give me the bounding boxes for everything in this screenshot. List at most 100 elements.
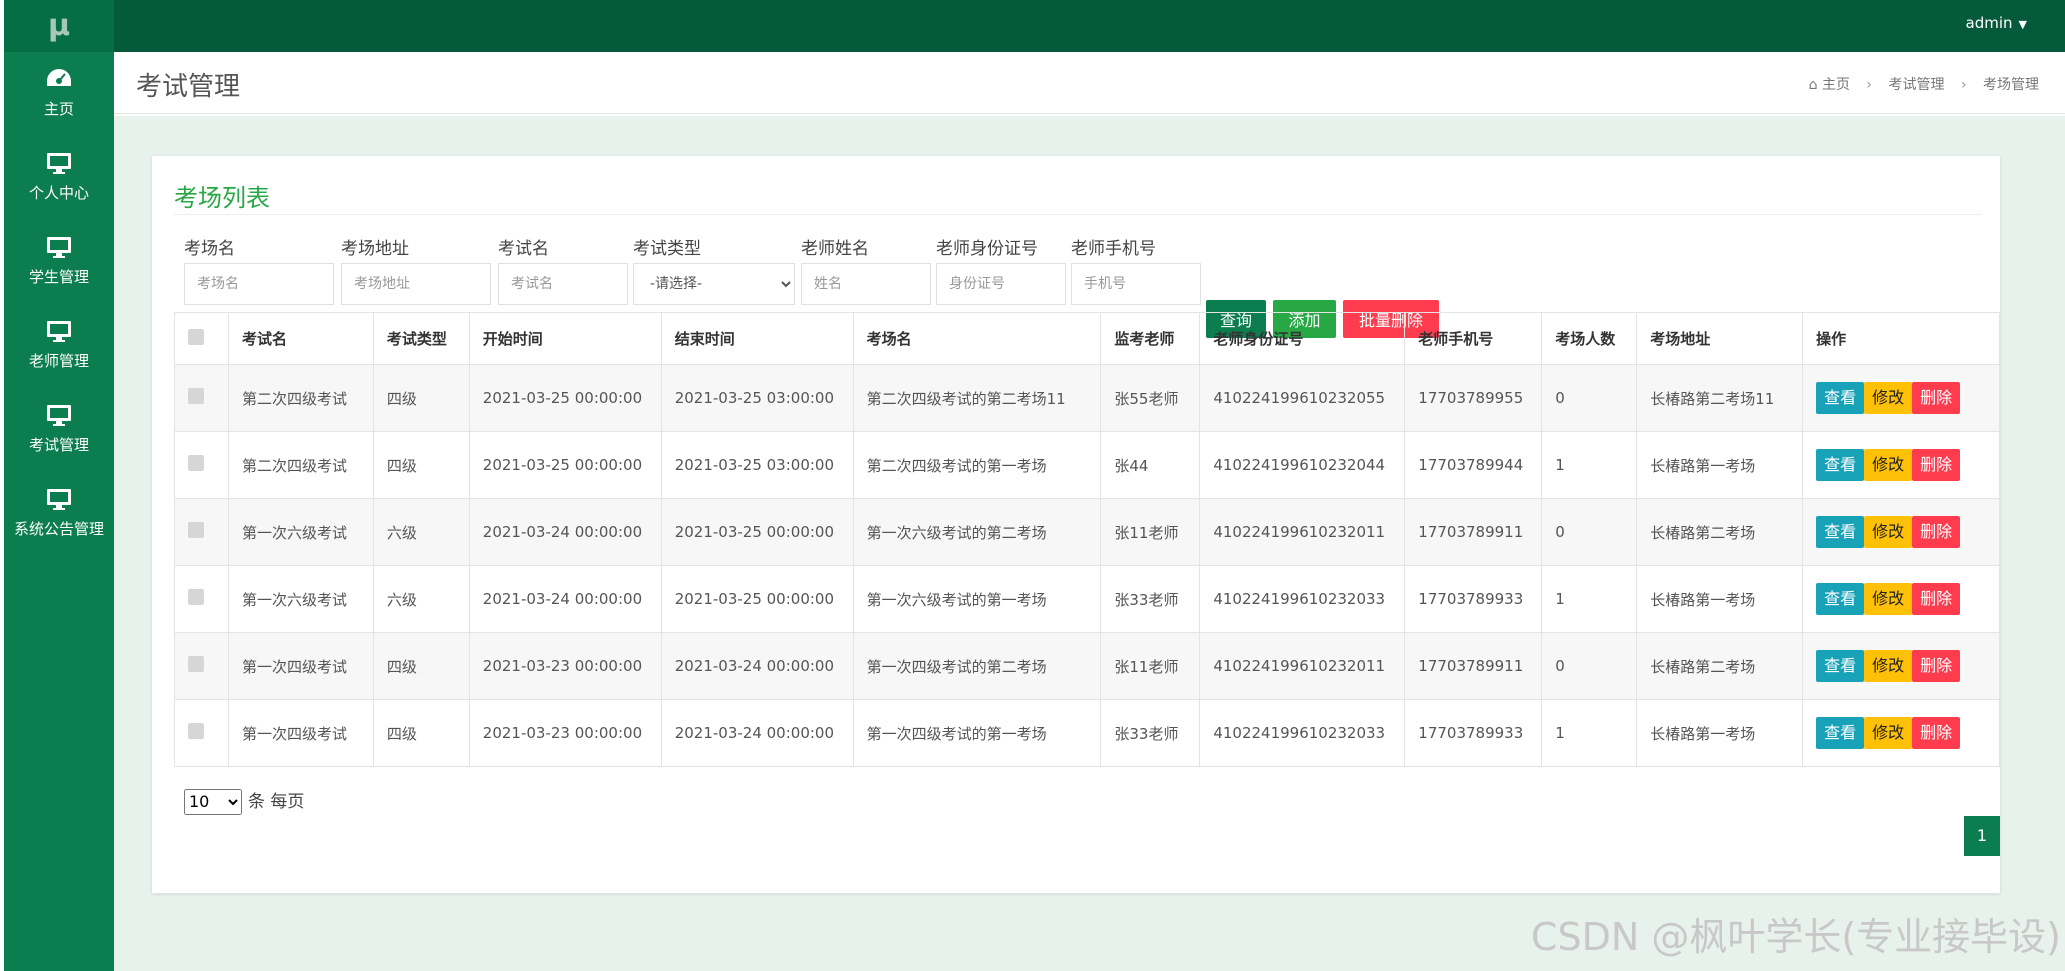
table-row: 第一次六级考试 六级 2021-03-24 00:00:00 2021-03-2… xyxy=(174,565,2000,633)
row-select-cell xyxy=(174,699,229,767)
exam-name-cell: 第一次四级考试 xyxy=(227,632,374,700)
teacher-id-cell: 410224199610232055 xyxy=(1199,364,1406,432)
breadcrumb-exam[interactable]: 考试管理 xyxy=(1888,77,1944,93)
sidebar-item-exams[interactable]: 考试管理 xyxy=(4,388,114,472)
filter-label: 老师手机号 xyxy=(1071,239,1156,259)
sidebar-item-teachers[interactable]: 老师管理 xyxy=(4,304,114,388)
delete-button[interactable]: 删除 xyxy=(1912,516,1961,548)
sidebar-item-announcements[interactable]: 系统公告管理 xyxy=(4,472,114,556)
exam-name-cell: 第一次四级考试 xyxy=(227,699,374,767)
venue-name-input[interactable] xyxy=(184,263,334,305)
exam-type-select[interactable]: -请选择- xyxy=(633,263,795,305)
start-time-cell: 2021-03-24 00:00:00 xyxy=(468,565,662,633)
row-checkbox[interactable] xyxy=(188,522,204,538)
caret-down-icon: ▼ xyxy=(2018,18,2027,31)
venue-address-cell: 长椿路第一考场 xyxy=(1636,699,1804,767)
breadcrumb-current: 考场管理 xyxy=(1983,77,2039,93)
exam-name-cell: 第一次六级考试 xyxy=(227,565,374,633)
row-checkbox[interactable] xyxy=(188,656,204,672)
exam-name-cell: 第一次六级考试 xyxy=(227,498,374,566)
exam-name-input[interactable] xyxy=(498,263,628,305)
row-checkbox[interactable] xyxy=(188,455,204,471)
teacher-id-cell: 410224199610232033 xyxy=(1199,699,1406,767)
filter-venue-address: 考场地址 xyxy=(341,234,491,305)
filter-label: 考场地址 xyxy=(341,239,409,259)
proctor-cell: 张11老师 xyxy=(1100,498,1201,566)
teacher-name-input[interactable] xyxy=(801,263,931,305)
view-button[interactable]: 查看 xyxy=(1816,717,1865,749)
table-header-row: 考试名 考试类型 开始时间 结束时间 考场名 监考老师 老师身份证号 老师手机号… xyxy=(174,312,2000,365)
row-select-cell xyxy=(174,565,229,633)
table-row: 第一次四级考试 四级 2021-03-23 00:00:00 2021-03-2… xyxy=(174,699,2000,767)
sidebar-item-profile[interactable]: 个人中心 xyxy=(4,136,114,220)
page-size-label: 条 每页 xyxy=(248,792,305,812)
user-menu[interactable]: admin ▼ xyxy=(1966,14,2027,32)
row-select-cell xyxy=(174,431,229,499)
panel: 考场列表 考场名 考场地址 考试名 考试类型 -请选择- xyxy=(152,156,2000,893)
sidebar-item-home[interactable]: 主页 xyxy=(4,52,114,136)
exam-type-cell: 四级 xyxy=(372,632,470,700)
venue-table: 考试名 考试类型 开始时间 结束时间 考场名 监考老师 老师身份证号 老师手机号… xyxy=(174,312,2000,767)
exam-type-cell: 四级 xyxy=(372,431,470,499)
sidebar-item-students[interactable]: 学生管理 xyxy=(4,220,114,304)
edit-button[interactable]: 修改 xyxy=(1864,650,1913,682)
edit-button[interactable]: 修改 xyxy=(1864,382,1913,414)
monitor-icon xyxy=(4,234,114,264)
edit-button[interactable]: 修改 xyxy=(1864,516,1913,548)
teacher-phone-cell: 17703789933 xyxy=(1404,699,1543,767)
actions-cell: 查看 修改 删除 xyxy=(1802,565,2000,633)
column-header: 考场人数 xyxy=(1541,312,1638,365)
end-time-cell: 2021-03-24 00:00:00 xyxy=(660,699,854,767)
filter-venue-name: 考场名 xyxy=(184,234,334,305)
edit-button[interactable]: 修改 xyxy=(1864,583,1913,615)
row-select-cell xyxy=(174,632,229,700)
actions-cell: 查看 修改 删除 xyxy=(1802,364,2000,432)
delete-button[interactable]: 删除 xyxy=(1912,449,1961,481)
view-button[interactable]: 查看 xyxy=(1816,516,1865,548)
sidebar-item-label: 系统公告管理 xyxy=(13,520,104,538)
delete-button[interactable]: 删除 xyxy=(1912,717,1961,749)
monitor-icon xyxy=(4,150,114,180)
sidebar-item-label: 老师管理 xyxy=(28,352,89,370)
teacher-phone-input[interactable] xyxy=(1071,263,1201,305)
exam-name-cell: 第二次四级考试 xyxy=(227,431,374,499)
sidebar-item-label: 主页 xyxy=(43,100,74,118)
sidebar-item-label: 学生管理 xyxy=(28,268,89,286)
page-size-select[interactable]: 10 xyxy=(184,788,242,815)
view-button[interactable]: 查看 xyxy=(1816,382,1865,414)
column-header: 考场地址 xyxy=(1636,312,1804,365)
teacher-id-cell: 410224199610232011 xyxy=(1199,632,1406,700)
headcount-cell: 0 xyxy=(1541,364,1638,432)
select-all-checkbox[interactable] xyxy=(188,328,204,345)
filter-label: 考场名 xyxy=(184,239,235,259)
row-checkbox[interactable] xyxy=(188,723,204,739)
delete-button[interactable]: 删除 xyxy=(1912,382,1961,414)
end-time-cell: 2021-03-25 03:00:00 xyxy=(660,364,854,432)
edit-button[interactable]: 修改 xyxy=(1864,717,1913,749)
breadcrumb: ⌂ 主页 › 考试管理 › 考场管理 xyxy=(1809,74,2039,94)
delete-button[interactable]: 删除 xyxy=(1912,583,1961,615)
page-number-button[interactable]: 1 xyxy=(1964,816,2000,856)
view-button[interactable]: 查看 xyxy=(1816,449,1865,481)
edit-button[interactable]: 修改 xyxy=(1864,449,1913,481)
filter-label: 考试名 xyxy=(498,239,549,259)
filter-teacher-phone: 老师手机号 xyxy=(1071,234,1201,305)
exam-type-cell: 六级 xyxy=(372,565,470,633)
row-checkbox[interactable] xyxy=(188,388,204,404)
teacher-id-input[interactable] xyxy=(936,263,1066,305)
headcount-cell: 0 xyxy=(1541,632,1638,700)
proctor-cell: 张11老师 xyxy=(1100,632,1201,700)
view-button[interactable]: 查看 xyxy=(1816,650,1865,682)
proctor-cell: 张33老师 xyxy=(1100,699,1201,767)
username: admin xyxy=(1965,14,2013,32)
headcount-cell: 1 xyxy=(1541,565,1638,633)
filter-teacher-name: 老师姓名 xyxy=(801,234,931,305)
delete-button[interactable]: 删除 xyxy=(1912,650,1961,682)
table-row: 第一次四级考试 四级 2021-03-23 00:00:00 2021-03-2… xyxy=(174,632,2000,700)
venue-address-input[interactable] xyxy=(341,263,491,305)
breadcrumb-home[interactable]: 主页 xyxy=(1822,77,1850,93)
breadcrumb-separator: › xyxy=(1866,77,1873,93)
view-button[interactable]: 查看 xyxy=(1816,583,1865,615)
row-checkbox[interactable] xyxy=(188,589,204,605)
page-header: 考试管理 ⌂ 主页 › 考试管理 › 考场管理 xyxy=(114,52,2065,114)
